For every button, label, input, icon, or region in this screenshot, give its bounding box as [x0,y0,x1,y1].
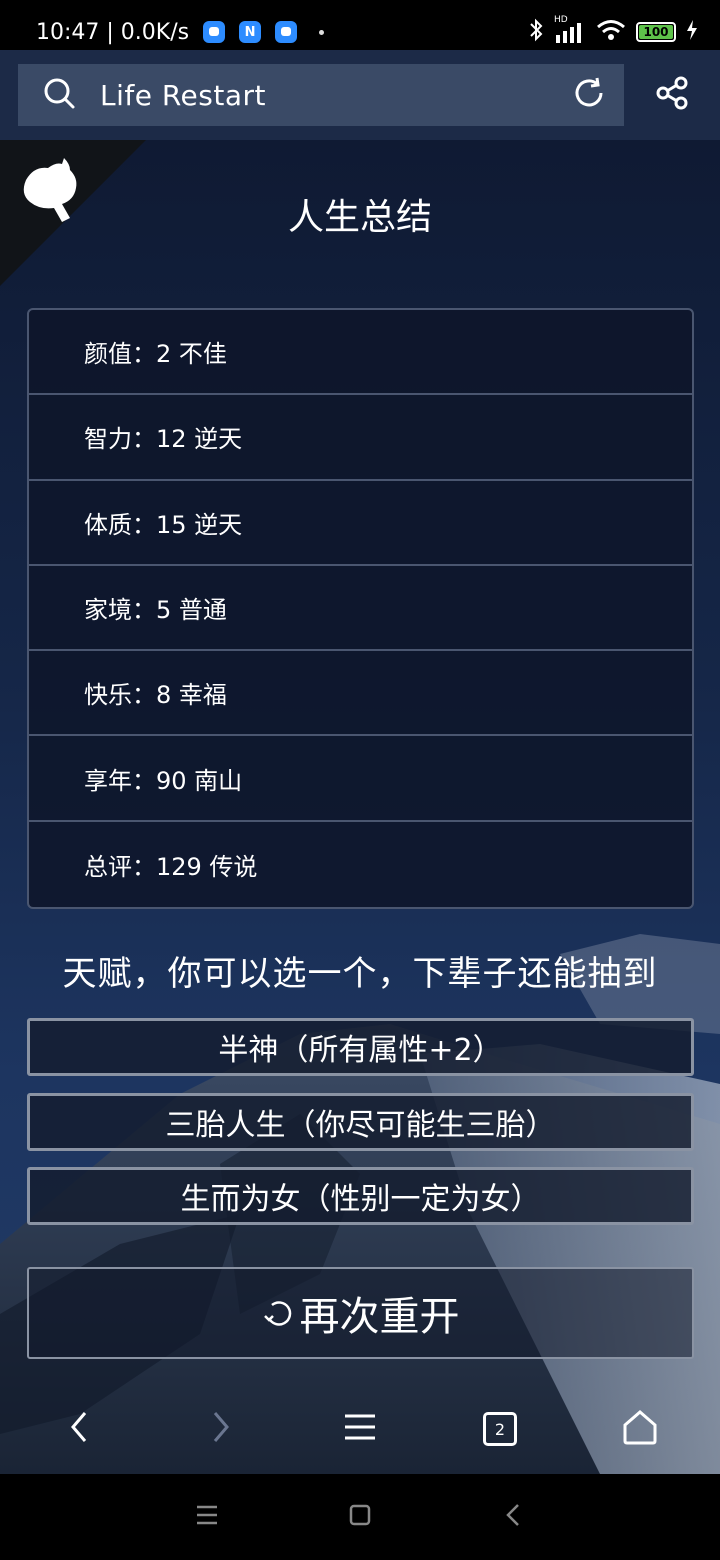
browser-bottom-nav: 2 [0,1383,720,1474]
search-icon [42,76,76,114]
back-icon [503,1502,523,1532]
menu-icon [343,1412,377,1446]
restart-icon [262,1296,296,1330]
system-home-button[interactable] [335,1492,385,1542]
n-app-icon: N [239,21,262,43]
chat-icon [275,21,298,43]
home-icon [348,1503,372,1531]
charging-icon [686,19,698,46]
tabs-icon: 2 [483,1412,517,1446]
summary-row-intelligence: 智力：12 逆天 [29,395,692,481]
wifi-icon [596,19,626,46]
summary-row-overall: 总评：129 传说 [84,852,258,881]
status-left: 10:47 | 0.0K/s N [36,20,528,45]
restart-label: 再次重开 [299,1294,460,1340]
talent-button-triplets[interactable]: 三胎人生（你尽可能生三胎） [27,1093,694,1151]
page-content: 人生总结 颜值：2 不佳 智力：12 逆天 体质：15 逆天 家境：5 普通 快… [0,140,720,1474]
life-summary-table: 颜值：2 不佳 智力：12 逆天 体质：15 逆天 家境：5 普通 快乐：8 幸… [27,308,694,910]
system-nav-bar [0,1474,720,1560]
battery-level: 100 [639,25,673,39]
address-bar[interactable]: Life Restart [18,64,624,126]
forward-icon [205,1409,235,1449]
recents-button[interactable] [182,1492,232,1542]
system-back-button[interactable] [488,1492,538,1542]
summary-row-happiness: 快乐：8 幸福 [29,651,692,737]
summary-row-appearance: 颜值：2 不佳 [29,310,692,396]
back-button[interactable] [50,1399,110,1459]
talent-button-born-female[interactable]: 生而为女（性别一定为女） [27,1167,694,1225]
share-icon [654,75,690,115]
share-button[interactable] [652,75,692,115]
forward-button[interactable] [190,1399,250,1459]
chat-icon [203,21,226,43]
talent-button-demigod[interactable]: 半神（所有属性+2） [27,1018,694,1076]
summary-row-family: 家境：5 普通 [29,566,692,652]
home-icon [621,1409,659,1449]
bluetooth-icon [528,18,544,47]
status-time: 10:47 | 0.0K/s [36,19,190,45]
recents-icon [195,1504,219,1530]
tab-count: 2 [494,1419,506,1439]
back-icon [65,1409,95,1449]
hd-label: HD [554,15,568,25]
restart-button[interactable]: 再次重开 [27,1267,694,1359]
home-button[interactable] [610,1399,670,1459]
page-title: 人生总结 [287,197,432,238]
summary-row-lifespan: 享年：90 南山 [29,736,692,822]
more-notifications-icon [319,29,325,35]
summary-row-strength: 体质：15 逆天 [29,481,692,566]
talent-heading: 天赋，你可以选一个，下辈子还能抽到 [62,954,658,994]
url-text[interactable]: Life Restart [100,79,572,112]
tabs-button[interactable]: 2 [470,1399,530,1459]
browser-toolbar: Life Restart [0,50,720,140]
battery-icon: 100 [636,22,676,42]
menu-button[interactable] [330,1399,390,1459]
status-right: HD 100 [528,15,698,47]
refresh-icon[interactable] [572,76,606,114]
signal-icon: HD [554,15,586,43]
